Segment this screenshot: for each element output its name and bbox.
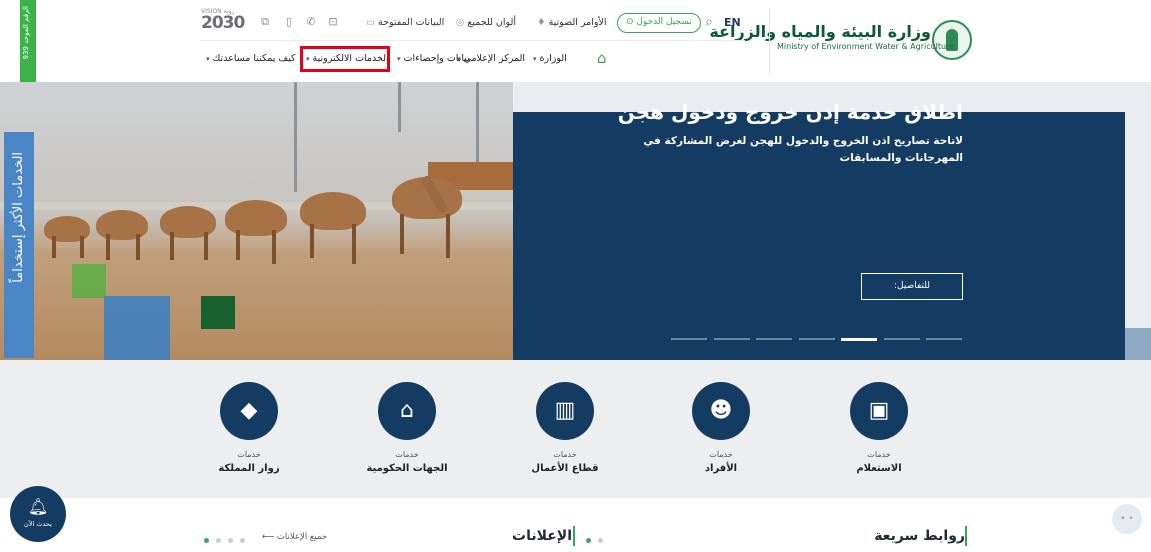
hero-subtitle: لاتاحة تصاريح اذن الخروج والدخول للهجن ل… (643, 135, 963, 164)
service-label: زوار المملكة (218, 463, 280, 474)
quick-links-accent (965, 526, 967, 546)
service-prefix: خدمات (553, 450, 577, 459)
home-icon[interactable]: ⌂ (597, 50, 615, 66)
service-card[interactable]: ⌂ خدمات الجهات الحكومية (348, 360, 468, 498)
login-arrow-icon: ⊙ (626, 17, 634, 27)
briefcase-icon[interactable]: ⊡ (326, 15, 340, 29)
language-switch[interactable]: EN (724, 12, 741, 34)
announcements-accent (573, 526, 575, 546)
most-used-services-tab[interactable]: الخدمات الأكثر إستخداماً (4, 132, 34, 358)
voice-commands-link[interactable]: الأوامر الصوتية ♦ (537, 12, 606, 34)
announcements-deco-dot (598, 538, 603, 543)
nav-ministry[interactable]: الوزارة ▾ (533, 50, 567, 68)
utility-bar: ⧉ ▯ ✆ ⊡ البيانات المفتوحة ▭ ألوان للجميع… (200, 12, 745, 34)
ministry-logo[interactable] (932, 20, 972, 60)
bell-icon: 🔔︎ (27, 497, 49, 516)
service-card[interactable]: ▥ خدمات قطاع الأعمال (506, 360, 626, 498)
login-button[interactable]: تسجيل الدخول ⊙ (617, 13, 701, 33)
notify-now-button[interactable]: 🔔︎ يحدث الآن (10, 486, 66, 542)
service-prefix: خدمات (709, 450, 733, 459)
open-data-link[interactable]: البيانات المفتوحة ▭ (366, 12, 444, 34)
services-section: ▣ خدمات الاستعلام ☻ خدمات الأفراد ▥ خدمات قطاع ا… (0, 360, 1151, 498)
chevron-down-icon: ▾ (206, 55, 210, 63)
all-announcements-link[interactable]: جميع الإعلانات ⟵ (262, 532, 327, 542)
announcements-dot[interactable] (204, 538, 209, 543)
colors-for-all-link[interactable]: ألوان للجميع ◎ (456, 12, 516, 34)
nav-data-stats[interactable]: بيانات وإحصاءات ▾ (397, 50, 470, 68)
service-label: قطاع الأعمال (531, 463, 599, 474)
hero-details-button[interactable]: للتفاصيل: (861, 273, 963, 300)
passport-icon: ▣ (850, 382, 908, 440)
eye-icon: ◎ (456, 17, 465, 28)
utility-divider (200, 40, 745, 41)
scroll-top-button[interactable]: • • (1112, 504, 1142, 534)
bottom-section: 🔔︎ يحدث الآن جميع الإعلانات ⟵ الإعلانات … (0, 486, 1151, 552)
saudi-map-icon: ◆ (220, 382, 278, 440)
ministry-name-english: Ministry of Environment Water & Agricult… (777, 42, 955, 51)
page: وزارة البيئة والمياه والزراعة Ministry o… (0, 0, 1151, 552)
people-icon: ☻ (692, 382, 750, 440)
service-prefix: خدمات (237, 450, 261, 459)
slider-dot[interactable] (841, 338, 877, 341)
building-icon: ▥ (536, 382, 594, 440)
slider-dot[interactable] (798, 338, 835, 340)
quick-links-heading: روابط سريعة (874, 528, 965, 544)
nav-how-help[interactable]: كيف يمكننا مساعدتك ▾ (206, 50, 296, 68)
announcements-deco-dot (586, 538, 591, 543)
phone-icon[interactable]: ✆ (304, 15, 318, 29)
folder-icon: ▭ (366, 17, 375, 28)
service-prefix: خدمات (867, 450, 891, 459)
header: وزارة البيئة والمياه والزراعة Ministry o… (0, 0, 1151, 82)
government-icon: ⌂ (378, 382, 436, 440)
search-icon[interactable]: ⌕ (702, 15, 716, 29)
chevron-down-icon: ▾ (397, 55, 401, 63)
service-card[interactable]: ☻ خدمات الأفراد (662, 360, 782, 498)
eservices-highlight-box (300, 46, 390, 72)
service-card[interactable]: ▣ خدمات الاستعلام (820, 360, 940, 498)
slider-dot[interactable] (883, 338, 920, 340)
camel-race-photo (0, 82, 513, 360)
arrow-left-icon: ⟵ (262, 532, 275, 542)
announcements-heading: الإعلانات (512, 528, 572, 544)
service-label: الأفراد (704, 463, 738, 474)
slider-dot[interactable] (671, 338, 707, 340)
hero-slider (0, 82, 1151, 360)
announcements-dot[interactable] (216, 538, 221, 543)
slider-dot[interactable] (926, 338, 962, 340)
slider-dot[interactable] (713, 338, 750, 340)
sitemap-icon[interactable]: ⧉ (258, 15, 272, 29)
hero-title: اطلاق خدمة إذن خروج ودخول هجن (617, 100, 963, 124)
slider-dots (671, 338, 963, 341)
slider-dot[interactable] (756, 338, 792, 340)
announcements-dot[interactable] (240, 538, 245, 543)
header-divider (769, 8, 770, 74)
announcements-dot[interactable] (228, 538, 233, 543)
service-label: الجهات الحكومية (366, 463, 448, 474)
unified-number-tab[interactable]: الرقم الموحد 939 (20, 0, 36, 90)
service-label: الاستعلام (856, 463, 902, 474)
mobile-icon[interactable]: ▯ (282, 15, 296, 29)
service-prefix: خدمات (395, 450, 419, 459)
service-card[interactable]: ◆ خدمات زوار المملكة (190, 360, 310, 498)
chevron-down-icon: ▾ (533, 55, 537, 63)
microphone-icon: ♦ (537, 17, 546, 28)
